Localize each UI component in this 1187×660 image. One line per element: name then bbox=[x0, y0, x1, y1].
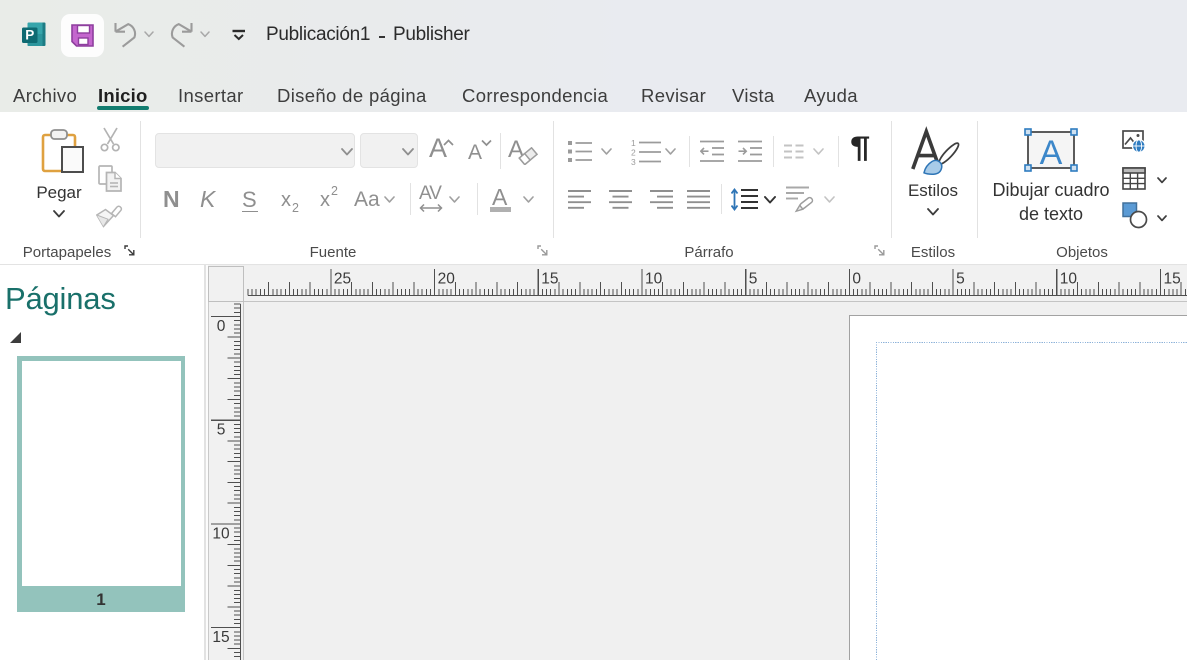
svg-text:20: 20 bbox=[438, 271, 456, 288]
svg-text:10: 10 bbox=[212, 525, 230, 542]
svg-text:10: 10 bbox=[1060, 271, 1078, 288]
svg-text:15: 15 bbox=[212, 629, 229, 646]
svg-text:5: 5 bbox=[217, 422, 226, 439]
svg-text:3: 3 bbox=[631, 157, 636, 165]
svg-text:A: A bbox=[1040, 134, 1063, 172]
svg-text:15: 15 bbox=[541, 271, 558, 288]
svg-text:1: 1 bbox=[631, 138, 636, 148]
svg-text:P: P bbox=[25, 28, 34, 43]
svg-text:25: 25 bbox=[334, 271, 351, 288]
svg-text:0: 0 bbox=[217, 318, 226, 335]
svg-text:5: 5 bbox=[749, 271, 758, 288]
svg-text:2: 2 bbox=[631, 148, 636, 158]
svg-text:15: 15 bbox=[1164, 271, 1181, 288]
svg-text:5: 5 bbox=[956, 271, 965, 288]
svg-text:0: 0 bbox=[852, 271, 861, 288]
svg-text:10: 10 bbox=[645, 271, 663, 288]
